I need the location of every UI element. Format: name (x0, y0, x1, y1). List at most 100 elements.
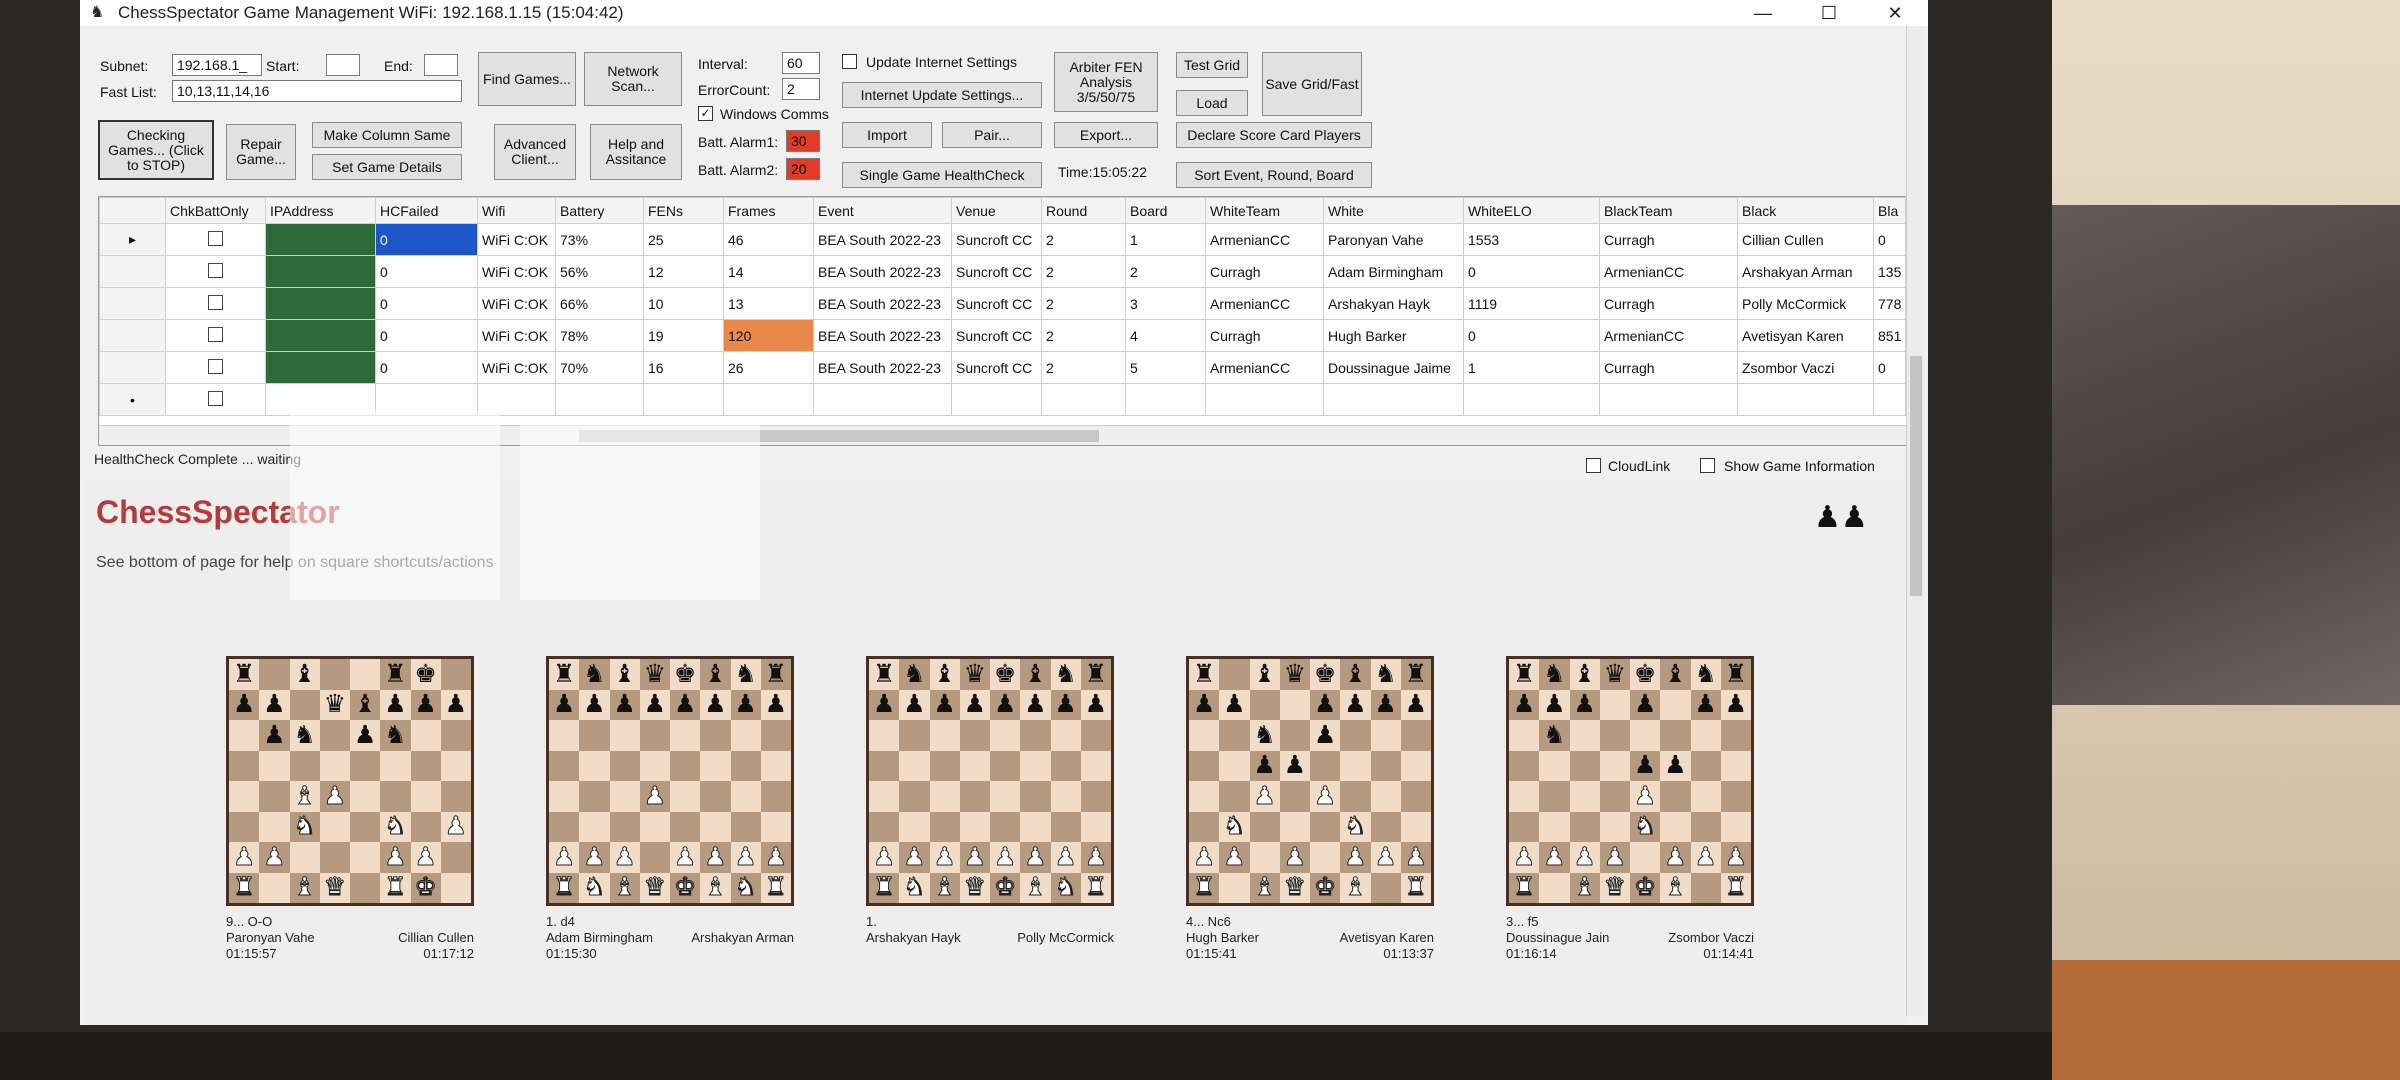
network-scan-button[interactable]: Network Scan... (584, 52, 682, 106)
board-square[interactable]: ♟ (1509, 689, 1540, 720)
board-square[interactable]: ♜ (380, 659, 411, 690)
board-square[interactable]: ♟ (760, 689, 791, 720)
errorcount-input[interactable]: 2 (782, 78, 820, 100)
empty-cell[interactable] (555, 383, 644, 416)
board-square[interactable]: ♟ (1340, 689, 1371, 720)
board-square[interactable]: ♝ (609, 872, 640, 903)
board-square[interactable]: ♞ (1539, 720, 1570, 751)
board-square[interactable]: ♞ (380, 720, 411, 751)
board-square[interactable]: ♚ (990, 659, 1021, 690)
board-square[interactable]: ♞ (1370, 659, 1401, 690)
board-square[interactable] (1050, 781, 1081, 812)
board-square[interactable] (229, 720, 260, 751)
board-square[interactable] (609, 781, 640, 812)
empty-cell[interactable] (1205, 383, 1324, 416)
board-square[interactable]: ♜ (549, 872, 580, 903)
board-square[interactable] (1539, 750, 1570, 781)
empty-cell[interactable] (643, 383, 724, 416)
board-square[interactable]: ♟ (730, 689, 761, 720)
board-square[interactable] (899, 750, 930, 781)
interval-input[interactable]: 60 (782, 52, 820, 74)
board-square[interactable]: ♟ (1020, 689, 1051, 720)
board-square[interactable]: ♜ (1400, 872, 1431, 903)
ip-cell[interactable]: 192.168.1.16 (265, 351, 376, 384)
board-square[interactable] (1370, 720, 1401, 751)
board-square[interactable]: ♜ (549, 659, 580, 690)
event-cell[interactable]: BEA South 2022-23 (813, 351, 952, 384)
board-square[interactable] (1690, 781, 1721, 812)
board-square[interactable] (350, 842, 381, 873)
col-round[interactable]: Round (1041, 197, 1126, 224)
round-cell[interactable]: 2 (1041, 223, 1126, 256)
board-square[interactable]: ♟ (700, 842, 731, 873)
board-square[interactable] (1020, 750, 1051, 781)
wteam-cell[interactable]: Curragh (1205, 255, 1324, 288)
event-cell[interactable]: BEA South 2022-23 (813, 223, 952, 256)
sort-event-button[interactable]: Sort Event, Round, Board (1176, 162, 1372, 188)
board-square[interactable] (869, 811, 900, 842)
board-square[interactable]: ♟ (1249, 781, 1280, 812)
board-square[interactable] (1370, 872, 1401, 903)
board-square[interactable] (1539, 872, 1570, 903)
board-square[interactable] (760, 811, 791, 842)
board-square[interactable] (1340, 781, 1371, 812)
empty-cell[interactable] (1872, 383, 1907, 416)
board-square[interactable]: ♝ (1340, 659, 1371, 690)
board-square[interactable] (410, 750, 441, 781)
welo-cell[interactable]: 1 (1463, 351, 1600, 384)
wifi-cell[interactable]: WiFi C:OK (477, 223, 556, 256)
board-square[interactable] (350, 750, 381, 781)
empty-cell[interactable] (723, 383, 814, 416)
board-square[interactable] (1050, 811, 1081, 842)
board-square[interactable]: ♞ (730, 659, 761, 690)
venue-cell[interactable]: Suncroft CC (951, 319, 1042, 352)
board-square[interactable] (1249, 811, 1280, 842)
belo-cell[interactable]: 135 (1872, 255, 1907, 288)
board-square[interactable] (1400, 781, 1431, 812)
board-square[interactable]: ♟ (959, 842, 990, 873)
board-square[interactable]: ♛ (1599, 659, 1630, 690)
empty-cell[interactable] (951, 383, 1042, 416)
board-square[interactable]: ♟ (549, 842, 580, 873)
board-square[interactable] (259, 781, 290, 812)
board-square[interactable]: ♟ (549, 689, 580, 720)
board-square[interactable] (1279, 811, 1310, 842)
board-square[interactable]: ♟ (1279, 750, 1310, 781)
board-square[interactable] (670, 811, 701, 842)
empty-cell[interactable] (813, 383, 952, 416)
repair-game-button[interactable]: Repair Game... (226, 124, 296, 180)
chkbattonly-cell[interactable] (165, 223, 266, 256)
make-column-same-button[interactable]: Make Column Same (312, 122, 462, 148)
board-square[interactable] (319, 720, 350, 751)
round-cell[interactable]: 2 (1041, 255, 1126, 288)
wifi-cell[interactable]: WiFi C:OK (477, 351, 556, 384)
hc-cell[interactable]: 0 (375, 255, 478, 288)
black-cell[interactable]: Avetisyan Karen (1737, 319, 1874, 352)
col-fens[interactable]: FENs (643, 197, 724, 224)
board-square[interactable] (1400, 750, 1431, 781)
board-square[interactable] (1690, 750, 1721, 781)
pair-button[interactable]: Pair... (942, 122, 1042, 148)
board-square[interactable]: ♟ (1219, 689, 1250, 720)
board-square[interactable] (1310, 811, 1341, 842)
checking-games-button[interactable]: Checking Games... (Click to STOP) (98, 120, 214, 180)
board-square[interactable]: ♟ (639, 689, 670, 720)
row-header[interactable] (99, 351, 166, 384)
board-square[interactable] (380, 750, 411, 781)
board-square[interactable] (1569, 781, 1600, 812)
board-square[interactable] (990, 811, 1021, 842)
board-square[interactable]: ♚ (1630, 659, 1661, 690)
board-square[interactable] (639, 720, 670, 751)
save-grid-button[interactable]: Save Grid/Fast (1262, 52, 1362, 116)
chkbattonly-checkbox[interactable] (208, 294, 223, 310)
board-square[interactable] (899, 720, 930, 751)
board-square[interactable] (760, 720, 791, 751)
event-cell[interactable]: BEA South 2022-23 (813, 319, 952, 352)
hc-cell[interactable]: 0 (375, 287, 478, 320)
board-square[interactable]: ♟ (899, 689, 930, 720)
board-square[interactable] (990, 781, 1021, 812)
venue-cell[interactable]: Suncroft CC (951, 255, 1042, 288)
ip-cell[interactable]: 192.168.1.14 (265, 319, 376, 352)
close-button[interactable]: ✕ (1862, 3, 1928, 24)
board-square[interactable] (929, 811, 960, 842)
